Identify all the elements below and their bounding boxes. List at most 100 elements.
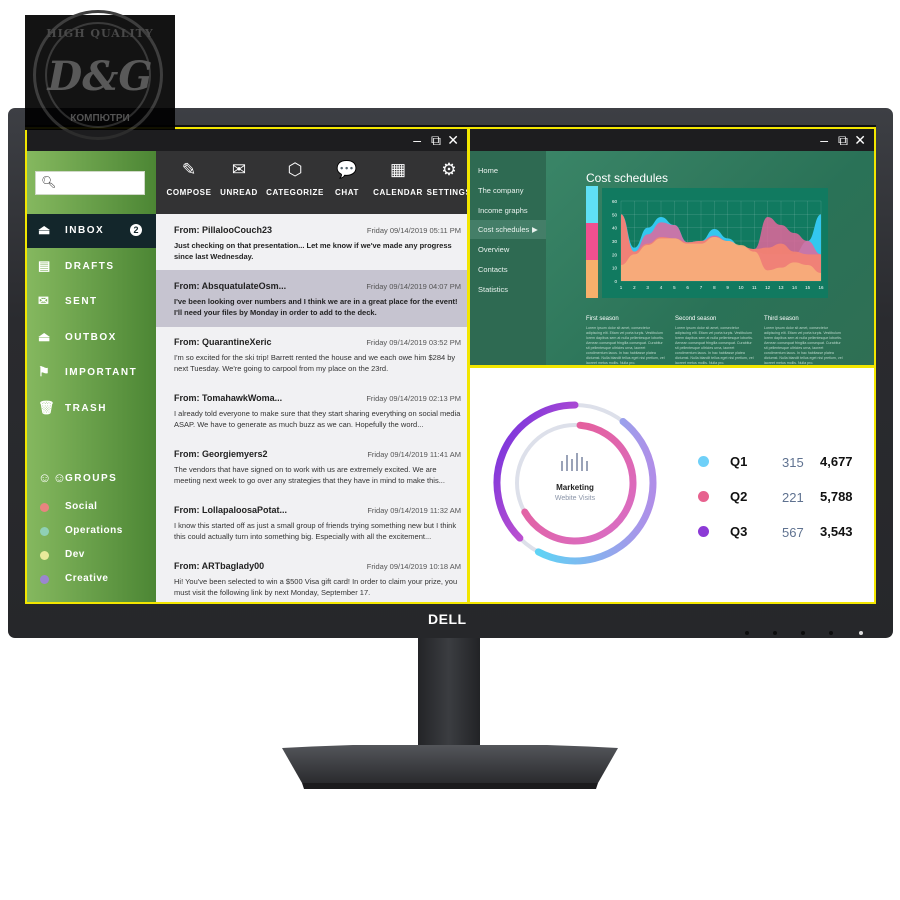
- nav-cost-schedules[interactable]: Cost schedules ▶: [470, 220, 546, 240]
- message-item[interactable]: From: QuarantineXeric Friday 09/14/2019 0…: [156, 326, 467, 383]
- nav-contacts[interactable]: Contacts: [470, 260, 546, 279]
- donut-title: Marketing: [556, 483, 594, 492]
- folder-trash[interactable]: 🗑 TRASH: [27, 392, 156, 426]
- folder-icon: ⏏: [38, 222, 52, 237]
- cost-window: – ⧉ ✕ Home The company Income graphs Cost s…: [468, 127, 876, 367]
- message-sender: From: TomahawkWoma...: [174, 393, 283, 403]
- watermark-top-text: HIGH QUALITY: [46, 27, 154, 40]
- toolbar-label: SETTINGS: [426, 188, 467, 197]
- visits-value: 221: [782, 490, 804, 505]
- total-value: 4,677: [820, 454, 853, 469]
- nav-income-graphs[interactable]: Income graphs: [470, 201, 546, 220]
- nav-the-company[interactable]: The company: [470, 181, 546, 200]
- group-dev[interactable]: Dev: [27, 545, 156, 565]
- group-social[interactable]: Social: [27, 497, 156, 517]
- watermark-logo-text: D&G: [47, 53, 153, 100]
- total-value: 3,543: [820, 524, 853, 539]
- minimize-button[interactable]: –: [413, 131, 421, 149]
- folder-outbox[interactable]: ⏏ OUTBOX: [27, 321, 156, 355]
- visits-value: 315: [782, 455, 804, 470]
- close-button[interactable]: ✕: [447, 131, 459, 149]
- nav-home[interactable]: Home: [470, 161, 546, 180]
- group-label: Social: [65, 501, 98, 512]
- y-tick-label: 60: [612, 199, 618, 204]
- group-label: Dev: [65, 549, 85, 560]
- folder-label: OUTBOX: [65, 331, 117, 343]
- nav-label: Overview: [478, 245, 510, 255]
- message-date: Friday 09/14/2019 02:13 PM: [366, 394, 461, 403]
- message-item[interactable]: From: ARTbaglady00 Friday 09/14/2019 10:1…: [156, 550, 467, 602]
- x-tick-label: 12: [765, 285, 771, 290]
- folder-drafts[interactable]: ▤ DRAFTS: [27, 250, 156, 284]
- message-sender: From: ARTbaglady00: [174, 561, 265, 571]
- cost-nav: Home The company Income graphs Cost schedul…: [470, 151, 546, 365]
- bar-chart-icon-bar: [586, 461, 588, 471]
- message-item[interactable]: From: AbsquatulateOsm... Friday 09/14/201…: [156, 270, 467, 327]
- group-color-dot: [40, 527, 49, 536]
- message-item[interactable]: From: PillalooCouch23 Friday 09/14/2019 0…: [156, 214, 467, 271]
- unread-badge: 2: [130, 224, 142, 236]
- unread-button[interactable]: ✉ UNREAD: [208, 157, 270, 197]
- folder-icon: ⏏: [38, 328, 52, 344]
- folder-label: DRAFTS: [65, 260, 115, 272]
- minimize-button[interactable]: –: [820, 131, 828, 149]
- season-title: Second season: [675, 316, 717, 322]
- legend-row-q3: Q3 567 3,543: [698, 522, 868, 542]
- restore-button[interactable]: ⧉: [431, 131, 441, 149]
- mail-sidebar: 🔍︎ ⏏ INBOX 2 ▤ DRAFTS ✉ SENT ⏏ OUTBOX ⚑ IMPORTANT 🗑…: [27, 151, 156, 602]
- groups-label: GROUPS: [65, 473, 118, 484]
- monitor-stand-base: [282, 745, 618, 789]
- nav-statistics[interactable]: Statistics: [470, 280, 546, 299]
- quarter-label: Q3: [730, 524, 748, 539]
- legend-swatch-pink: [586, 223, 598, 260]
- group-creative[interactable]: Creative: [27, 569, 156, 589]
- legend-row-q1: Q1 315 4,677: [698, 452, 868, 472]
- quarter-label: Q2: [730, 489, 748, 504]
- message-preview: Just checking on that presentation... Le…: [174, 241, 452, 261]
- message-item[interactable]: From: TomahawkWoma... Friday 09/14/2019 0…: [156, 382, 467, 439]
- folder-inbox[interactable]: ⏏ INBOX 2: [27, 214, 156, 248]
- y-tick-label: 40: [612, 226, 618, 231]
- group-label: Creative: [65, 573, 109, 584]
- folder-important[interactable]: ⚑ IMPORTANT: [27, 356, 156, 390]
- monitor-button[interactable]: [801, 631, 805, 635]
- legend-dot: [698, 526, 709, 537]
- settings-button[interactable]: ⚙ SETTINGS: [418, 157, 467, 197]
- mail-toolbar: ✎ COMPOSE ✉ UNREAD ⬡ CATEGORIZE 💬 CHAT ▦ CALENDAR…: [156, 151, 467, 214]
- group-operations[interactable]: Operations: [27, 521, 156, 541]
- message-preview: Hi! You've been selected to win a $500 V…: [174, 577, 458, 597]
- message-item[interactable]: From: Georgiemyers2 Friday 09/14/2019 11:…: [156, 438, 467, 495]
- legend-swatch-orange: [586, 260, 598, 298]
- close-button[interactable]: ✕: [854, 131, 866, 149]
- nav-overview[interactable]: Overview: [470, 240, 546, 259]
- message-sender: From: Georgiemyers2: [174, 449, 268, 459]
- message-sender: From: LollapaloosaPotat...: [174, 505, 288, 515]
- group-color-dot: [40, 575, 49, 584]
- folder-label: TRASH: [65, 402, 107, 414]
- groups-header[interactable]: ☺☺ GROUPS: [27, 462, 156, 496]
- message-date: Friday 09/14/2019 04:07 PM: [366, 282, 461, 291]
- message-date: Friday 09/14/2019 05:11 PM: [366, 226, 461, 235]
- x-tick-label: 11: [752, 285, 757, 290]
- season-text: Lorem ipsum dolor sit amet, consectetur …: [675, 326, 754, 365]
- message-item[interactable]: From: LollapaloosaPotat... Friday 09/14/2…: [156, 494, 467, 551]
- monitor-button[interactable]: [773, 631, 777, 635]
- bar-chart-icon-bar: [576, 453, 578, 471]
- legend-dot: [698, 456, 709, 467]
- message-date: Friday 09/14/2019 03:52 PM: [366, 338, 461, 347]
- message-preview: I know this started off as just a small …: [174, 521, 457, 541]
- nav-label: Cost schedules: [478, 225, 530, 235]
- legend-swatch-cyan: [586, 186, 598, 223]
- message-sender: From: QuarantineXeric: [174, 337, 272, 347]
- season-text: Lorem ipsum dolor sit amet, consectetur …: [764, 326, 843, 365]
- monitor-button[interactable]: [829, 631, 833, 635]
- search-input[interactable]: 🔍︎: [35, 171, 145, 195]
- restore-button[interactable]: ⧉: [838, 131, 848, 149]
- monitor-button[interactable]: [745, 631, 749, 635]
- marketing-window: Marketing Webite Visits Q1 315 4,677 Q2 221 5,…: [468, 366, 876, 604]
- y-tick-label: 10: [612, 266, 618, 271]
- power-button[interactable]: [859, 631, 863, 635]
- cost-title: Cost schedules: [586, 171, 669, 185]
- folder-sent[interactable]: ✉ SENT: [27, 285, 156, 319]
- season-title: Third season: [764, 316, 799, 322]
